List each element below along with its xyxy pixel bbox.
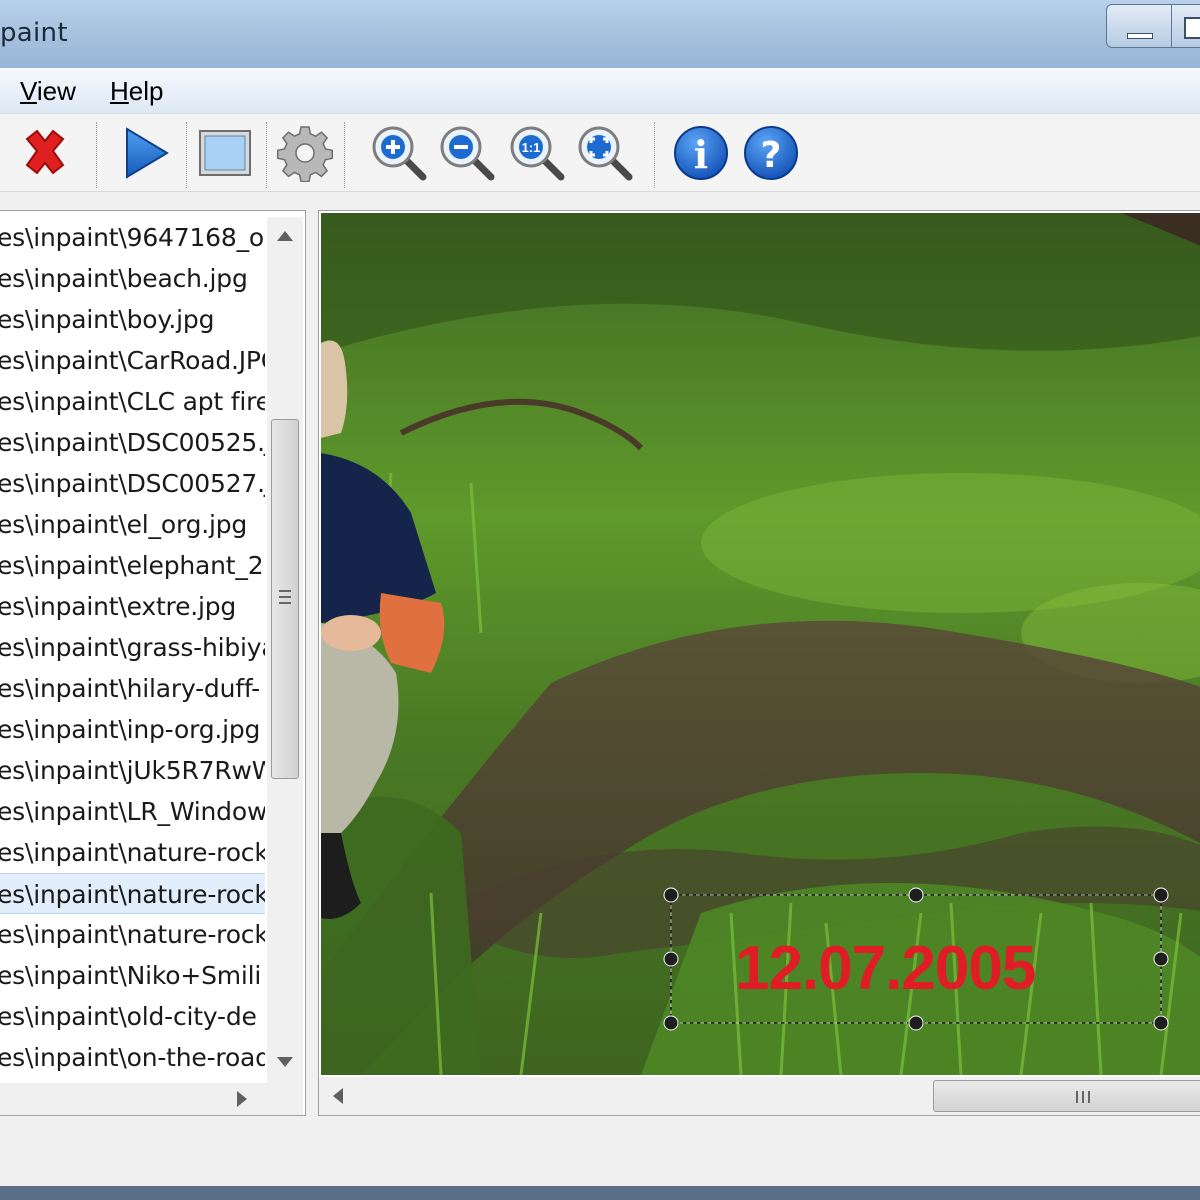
zoom-actual-icon: 1:1 (510, 126, 565, 181)
file-list-item[interactable]: es\inpaint\CLC apt fire (0, 381, 265, 422)
zoom-fit-icon (578, 126, 633, 181)
file-list-horizontal-scrollbar[interactable] (0, 1083, 303, 1115)
scrollbar-thumb[interactable] (933, 1080, 1200, 1112)
delete-icon (25, 129, 65, 175)
file-list-item[interactable]: es\inpaint\boy.jpg (0, 299, 265, 340)
file-list-item[interactable]: es\inpaint\grass-hibiya (0, 627, 265, 668)
help-icon: ? (744, 126, 798, 180)
run-button[interactable] (114, 122, 176, 184)
settings-button[interactable] (274, 122, 336, 184)
help-glyph: ? (761, 135, 782, 176)
caption-buttons (1106, 4, 1200, 48)
maximize-button[interactable] (1172, 5, 1200, 47)
select-frame-icon (199, 130, 251, 176)
file-list-item[interactable]: es\inpaint\extre.jpg (0, 586, 265, 627)
delete-button[interactable] (14, 122, 76, 184)
menu-bar: View Help (0, 68, 1200, 114)
file-list-item[interactable]: es\inpaint\old-city-de (0, 996, 265, 1037)
menu-help-label: elp (128, 76, 164, 106)
file-list-item[interactable]: es\inpaint\CarRoad.JPG (0, 340, 265, 381)
info-icon: i (674, 126, 728, 180)
image-horizontal-scrollbar[interactable] (319, 1077, 1200, 1115)
file-list-item[interactable]: es\inpaint\9647168_or (0, 217, 265, 258)
scroll-right-icon[interactable] (237, 1091, 247, 1107)
photo-canvas[interactable]: 12.07.2005 (321, 213, 1200, 1075)
file-list-item[interactable]: es\inpaint\beach.jpg (0, 258, 265, 299)
scrollbar-thumb[interactable] (271, 419, 299, 779)
menu-view-accel: V (20, 76, 37, 106)
scroll-left-icon[interactable] (333, 1088, 343, 1104)
file-list-item[interactable]: es\inpaint\on-the-road (0, 1037, 265, 1078)
file-list-item[interactable]: es\inpaint\jUk5R7RwW (0, 750, 265, 791)
title-bar[interactable]: paint (0, 0, 1200, 68)
file-list-item[interactable]: es\inpaint\DSC00527.J (0, 463, 265, 504)
menu-view[interactable]: View (20, 76, 76, 107)
toolbar-separator (344, 122, 346, 188)
minimize-button[interactable] (1107, 5, 1172, 47)
toolbar-separator (266, 122, 268, 188)
file-list-item[interactable]: es\inpaint\nature-rock (0, 873, 265, 914)
file-list-item[interactable]: es\inpaint\inp-org.jpg (0, 709, 265, 750)
info-glyph: i (694, 132, 708, 177)
file-list-panel: es\inpaint\9647168_or es\inpaint\beach.jp… (0, 210, 306, 1116)
window-title: paint (0, 18, 68, 48)
file-list-item[interactable]: es\inpaint\hilary-duff- (0, 668, 265, 709)
select-frame-button[interactable] (194, 122, 256, 184)
date-stamp-text: 12.07.2005 (735, 934, 1036, 1003)
zoom-actual-label: 1:1 (522, 140, 541, 155)
toolbar-separator (654, 122, 656, 188)
file-list-item[interactable]: es\inpaint\Niko+Smili (0, 955, 265, 996)
file-list-item[interactable]: es\inpaint\nature-rock (0, 914, 265, 955)
maximize-icon (1183, 17, 1200, 39)
zoom-fit-button[interactable] (574, 122, 636, 184)
window-bottom-border (0, 1186, 1200, 1200)
scroll-up-icon[interactable] (277, 231, 293, 241)
zoom-out-button[interactable] (436, 122, 498, 184)
file-list-item[interactable]: es\inpaint\LR_Window (0, 791, 265, 832)
gear-icon (276, 126, 334, 182)
scroll-down-icon[interactable] (277, 1057, 293, 1067)
help-button[interactable]: ? (740, 122, 802, 184)
zoom-out-icon (440, 126, 495, 181)
menu-help[interactable]: Help (110, 76, 163, 107)
about-button[interactable]: i (670, 122, 732, 184)
image-view-panel: 12.07.2005 (318, 210, 1200, 1116)
file-list-item[interactable]: es\inpaint\elephant_2. (0, 545, 265, 586)
toolbar-separator (186, 122, 188, 188)
grip-icon (1076, 1091, 1078, 1103)
file-list-item[interactable]: es\inpaint\nature-rock (0, 832, 265, 873)
app-window: paint View Help 1:1 i ? es\inpaint\96471… (0, 0, 1200, 1200)
zoom-in-icon (372, 126, 427, 181)
file-list-item[interactable]: es\inpaint\el_org.jpg (0, 504, 265, 545)
toolbar: 1:1 i ? (0, 114, 1200, 192)
grip-icon (279, 590, 291, 592)
toolbar-separator (96, 122, 98, 188)
file-list-vertical-scrollbar[interactable] (267, 217, 303, 1083)
file-list-item[interactable]: es\inpaint\DSC00525.J (0, 422, 265, 463)
menu-help-accel: H (110, 76, 129, 106)
minimize-icon (1127, 33, 1153, 39)
menu-view-label: iew (36, 76, 76, 106)
play-icon (126, 127, 169, 179)
zoom-actual-button[interactable]: 1:1 (506, 122, 568, 184)
zoom-in-button[interactable] (368, 122, 430, 184)
file-list[interactable]: es\inpaint\9647168_or es\inpaint\beach.jp… (0, 217, 265, 1083)
